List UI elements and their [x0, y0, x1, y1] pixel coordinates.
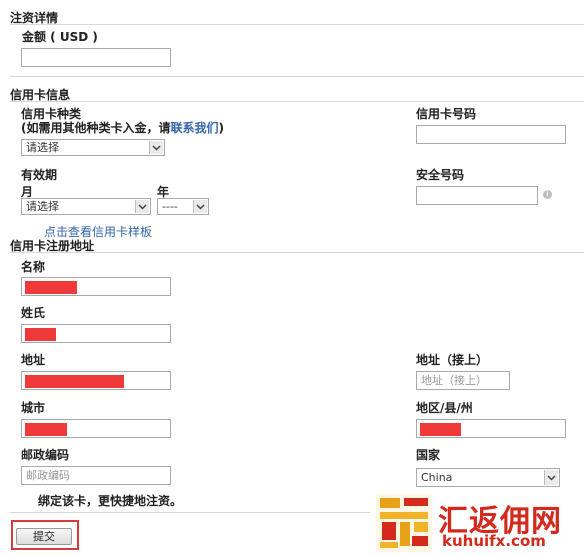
watermark-logo: [376, 494, 432, 552]
expiry-label: 有效期: [21, 168, 58, 182]
chevron-down-icon: [135, 200, 149, 213]
city-input[interactable]: [21, 419, 171, 438]
last-name-input[interactable]: [21, 324, 171, 343]
amount-input[interactable]: [21, 48, 171, 67]
security-code-label: 安全号码: [416, 168, 465, 182]
last-name-label: 姓氏: [21, 306, 46, 320]
redacted-value: [25, 375, 124, 388]
chevron-down-icon: [193, 200, 207, 213]
divider: [10, 24, 584, 25]
expiry-year-select-value: ----: [162, 200, 178, 213]
contact-us-link[interactable]: 联系我们: [171, 121, 219, 135]
address2-label: 地址（接上）: [416, 353, 489, 367]
country-select[interactable]: China: [416, 468, 560, 487]
country-label: 国家: [416, 448, 441, 462]
submit-button[interactable]: 提交: [16, 528, 72, 545]
expiry-year-select[interactable]: ----: [157, 198, 209, 215]
chevron-down-icon: [149, 141, 163, 154]
divider: [10, 512, 370, 513]
redacted-value: [25, 328, 56, 341]
redacted-value: [420, 423, 461, 436]
card-number-input[interactable]: [416, 125, 566, 144]
info-icon[interactable]: i: [543, 190, 552, 199]
expiry-month-select[interactable]: 请选择: [21, 198, 151, 215]
address-label: 地址: [21, 353, 46, 367]
address-input[interactable]: [21, 371, 171, 390]
card-type-hint-prefix: (如需用其他种类卡入金，请: [21, 121, 171, 135]
card-type-select[interactable]: 请选择: [21, 139, 165, 156]
divider: [10, 101, 584, 102]
watermark-url: kuhuifx.com: [442, 532, 546, 550]
city-label: 城市: [21, 401, 46, 415]
card-type-hint: (如需用其他种类卡入金，请联系我们): [21, 119, 224, 136]
security-code-input[interactable]: [416, 186, 538, 205]
country-select-value: China: [421, 471, 453, 484]
postcode-input[interactable]: 邮政编码: [21, 466, 171, 485]
card-number-label: 信用卡号码: [416, 107, 477, 121]
expiry-month-select-value: 请选择: [26, 200, 59, 213]
first-name-input[interactable]: [21, 277, 171, 296]
postcode-label: 邮政编码: [21, 448, 70, 462]
redacted-value: [25, 281, 77, 294]
divider: [10, 252, 584, 253]
card-type-hint-suffix: ): [218, 121, 224, 135]
card-type-select-value: 请选择: [26, 141, 59, 154]
address2-input[interactable]: 地址（接上）: [416, 371, 510, 390]
chevron-down-icon: [544, 470, 558, 485]
first-name-label: 名称: [21, 260, 46, 274]
region-label: 地区/县/州: [416, 401, 473, 415]
bind-card-label: 绑定该卡，更快捷地注资。: [38, 494, 183, 508]
divider: [10, 76, 584, 77]
amount-label: 金额 ( USD ): [22, 30, 98, 44]
redacted-value: [25, 423, 67, 436]
region-input[interactable]: [416, 419, 566, 438]
